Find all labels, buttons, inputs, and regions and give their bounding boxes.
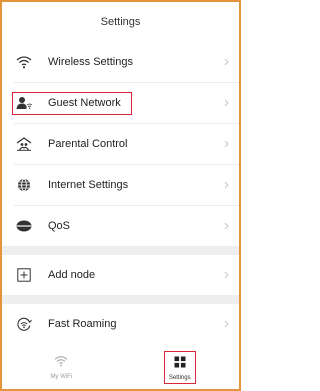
menu-item-label: QoS bbox=[48, 220, 71, 232]
highlight-box: Settings bbox=[163, 350, 196, 384]
menu-item-internet-settings[interactable]: Internet Settings bbox=[14, 165, 239, 206]
globe-icon bbox=[14, 175, 34, 195]
chevron-right-icon bbox=[221, 270, 231, 280]
fast-roaming-icon bbox=[14, 314, 34, 334]
chevron-right-icon bbox=[221, 180, 231, 190]
tab-label: My WiFi bbox=[50, 374, 73, 380]
parental-control-icon bbox=[14, 134, 34, 154]
menu-item-add-node[interactable]: Add node bbox=[14, 255, 239, 295]
add-node-icon bbox=[14, 265, 34, 285]
chevron-right-icon bbox=[221, 221, 231, 231]
menu-item-label: Wireless Settings bbox=[48, 56, 133, 68]
menu-item-fast-roaming[interactable]: Fast Roaming bbox=[14, 304, 239, 344]
page-title: Settings bbox=[2, 2, 239, 42]
menu-item-label: Guest Network bbox=[48, 97, 121, 109]
guest-user-icon bbox=[14, 93, 34, 113]
settings-list-roaming: Fast Roaming bbox=[2, 304, 239, 344]
chevron-right-icon bbox=[221, 139, 231, 149]
qos-icon bbox=[14, 216, 34, 236]
tab-settings[interactable]: Settings bbox=[121, 345, 240, 389]
menu-item-label: Add node bbox=[48, 269, 96, 281]
tab-label: Settings bbox=[168, 374, 191, 381]
menu-item-label: Parental Control bbox=[48, 138, 128, 150]
menu-item-parental-control[interactable]: Parental Control bbox=[14, 124, 239, 165]
tab-my-wifi[interactable]: My WiFi bbox=[2, 345, 121, 389]
page-title-text: Settings bbox=[100, 16, 141, 28]
chevron-right-icon bbox=[221, 319, 231, 329]
bottom-tab-bar: My WiFi Settings bbox=[2, 345, 239, 389]
section-divider bbox=[2, 295, 239, 304]
section-divider bbox=[2, 246, 239, 255]
chevron-right-icon bbox=[221, 98, 231, 108]
menu-item-label: Internet Settings bbox=[48, 179, 129, 191]
menu-item-guest-network[interactable]: Guest Network bbox=[12, 83, 239, 124]
chevron-right-icon bbox=[221, 57, 231, 67]
menu-item-qos[interactable]: QoS bbox=[14, 206, 239, 246]
settings-list-nodes: Add node bbox=[2, 255, 239, 295]
wifi-icon bbox=[14, 52, 34, 72]
wifi-icon bbox=[54, 354, 68, 372]
app-frame: Settings Wireless Settings Guest Network… bbox=[0, 0, 241, 391]
settings-list: Wireless Settings Guest Network Parental… bbox=[2, 42, 239, 246]
menu-item-label: Fast Roaming bbox=[48, 318, 117, 330]
menu-item-wireless-settings[interactable]: Wireless Settings bbox=[14, 42, 239, 83]
grid-icon bbox=[174, 355, 186, 373]
